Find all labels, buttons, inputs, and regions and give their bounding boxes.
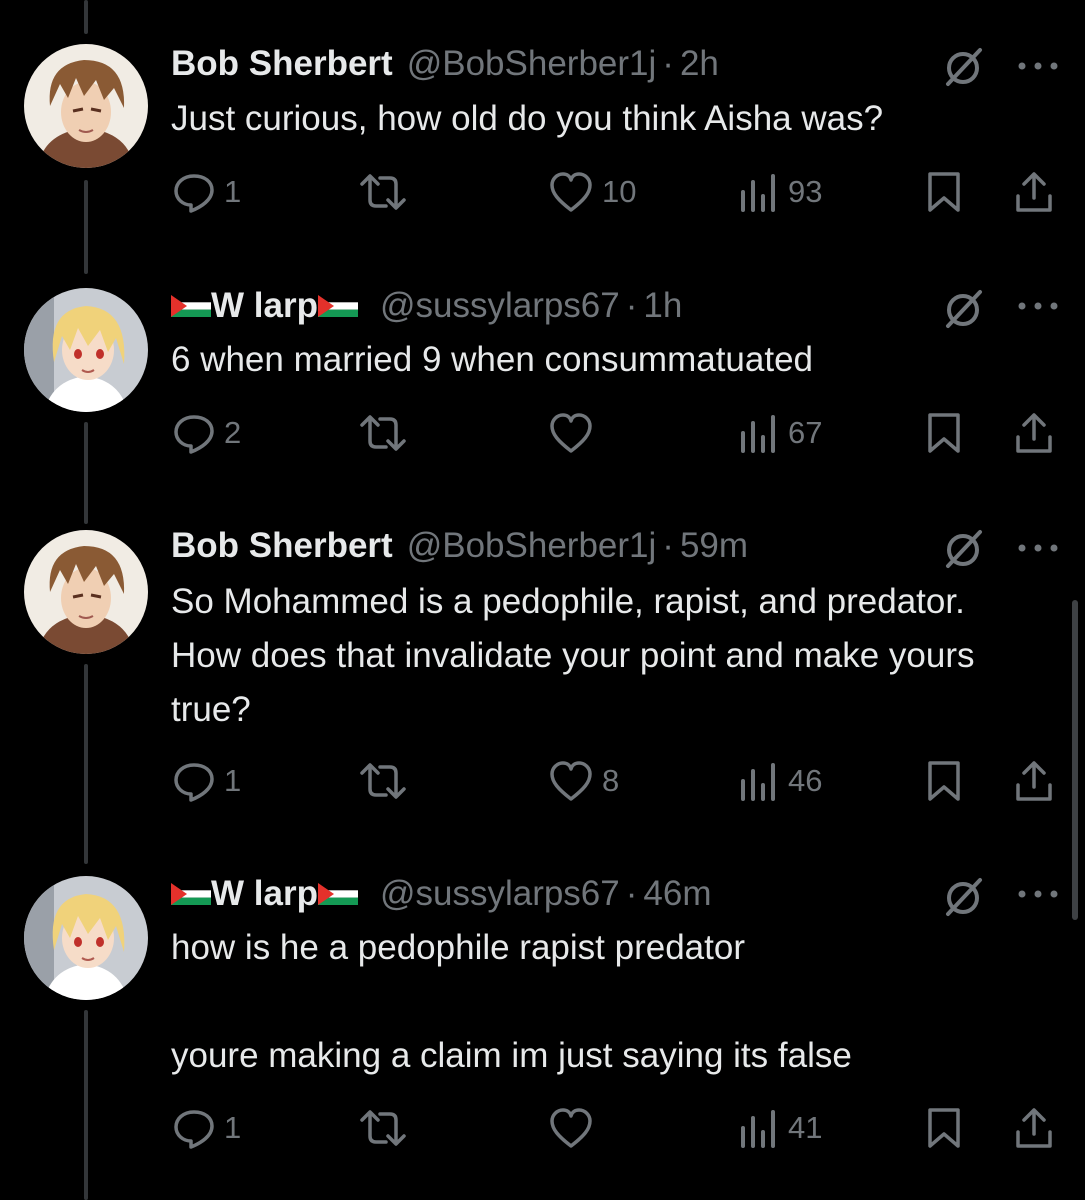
separator-dot: · <box>625 874 638 913</box>
tweet-text: how is he a pedophile rapist predator yo… <box>171 928 852 1075</box>
bookmark-button[interactable] <box>924 1104 964 1152</box>
user-handle[interactable]: @sussylarps67 <box>380 870 620 918</box>
view-count: 41 <box>788 1110 823 1145</box>
bookmark-icon <box>928 1108 960 1148</box>
views-button[interactable]: 41 <box>738 1104 822 1152</box>
more-options-icon[interactable] <box>1016 886 1060 902</box>
palestine-flag-icon <box>171 883 211 905</box>
share-icon <box>1016 1108 1052 1148</box>
like-button[interactable] <box>548 1104 602 1152</box>
tweet-header: W larp @sussylarps67 · 46m <box>171 870 965 918</box>
grok-icon[interactable] <box>940 872 988 920</box>
scrollbar[interactable] <box>1072 600 1078 920</box>
reply-count: 1 <box>224 1110 242 1145</box>
reply-button[interactable]: 1 <box>172 1104 241 1152</box>
reply-icon <box>174 1110 214 1149</box>
repost-button[interactable] <box>356 1104 418 1152</box>
share-button[interactable] <box>1012 1104 1056 1152</box>
heart-icon <box>550 1108 592 1148</box>
timestamp[interactable]: 46m <box>643 870 711 918</box>
blonde-anime-avatar <box>24 876 148 1000</box>
display-name[interactable]: W larp <box>211 870 318 918</box>
views-icon <box>741 1110 775 1148</box>
tweet[interactable]: W larp @sussylarps67 · 46m how is he a p… <box>0 0 1085 1200</box>
palestine-flag-icon <box>317 883 358 905</box>
repost-icon <box>360 1110 406 1146</box>
avatar[interactable] <box>24 876 148 1000</box>
